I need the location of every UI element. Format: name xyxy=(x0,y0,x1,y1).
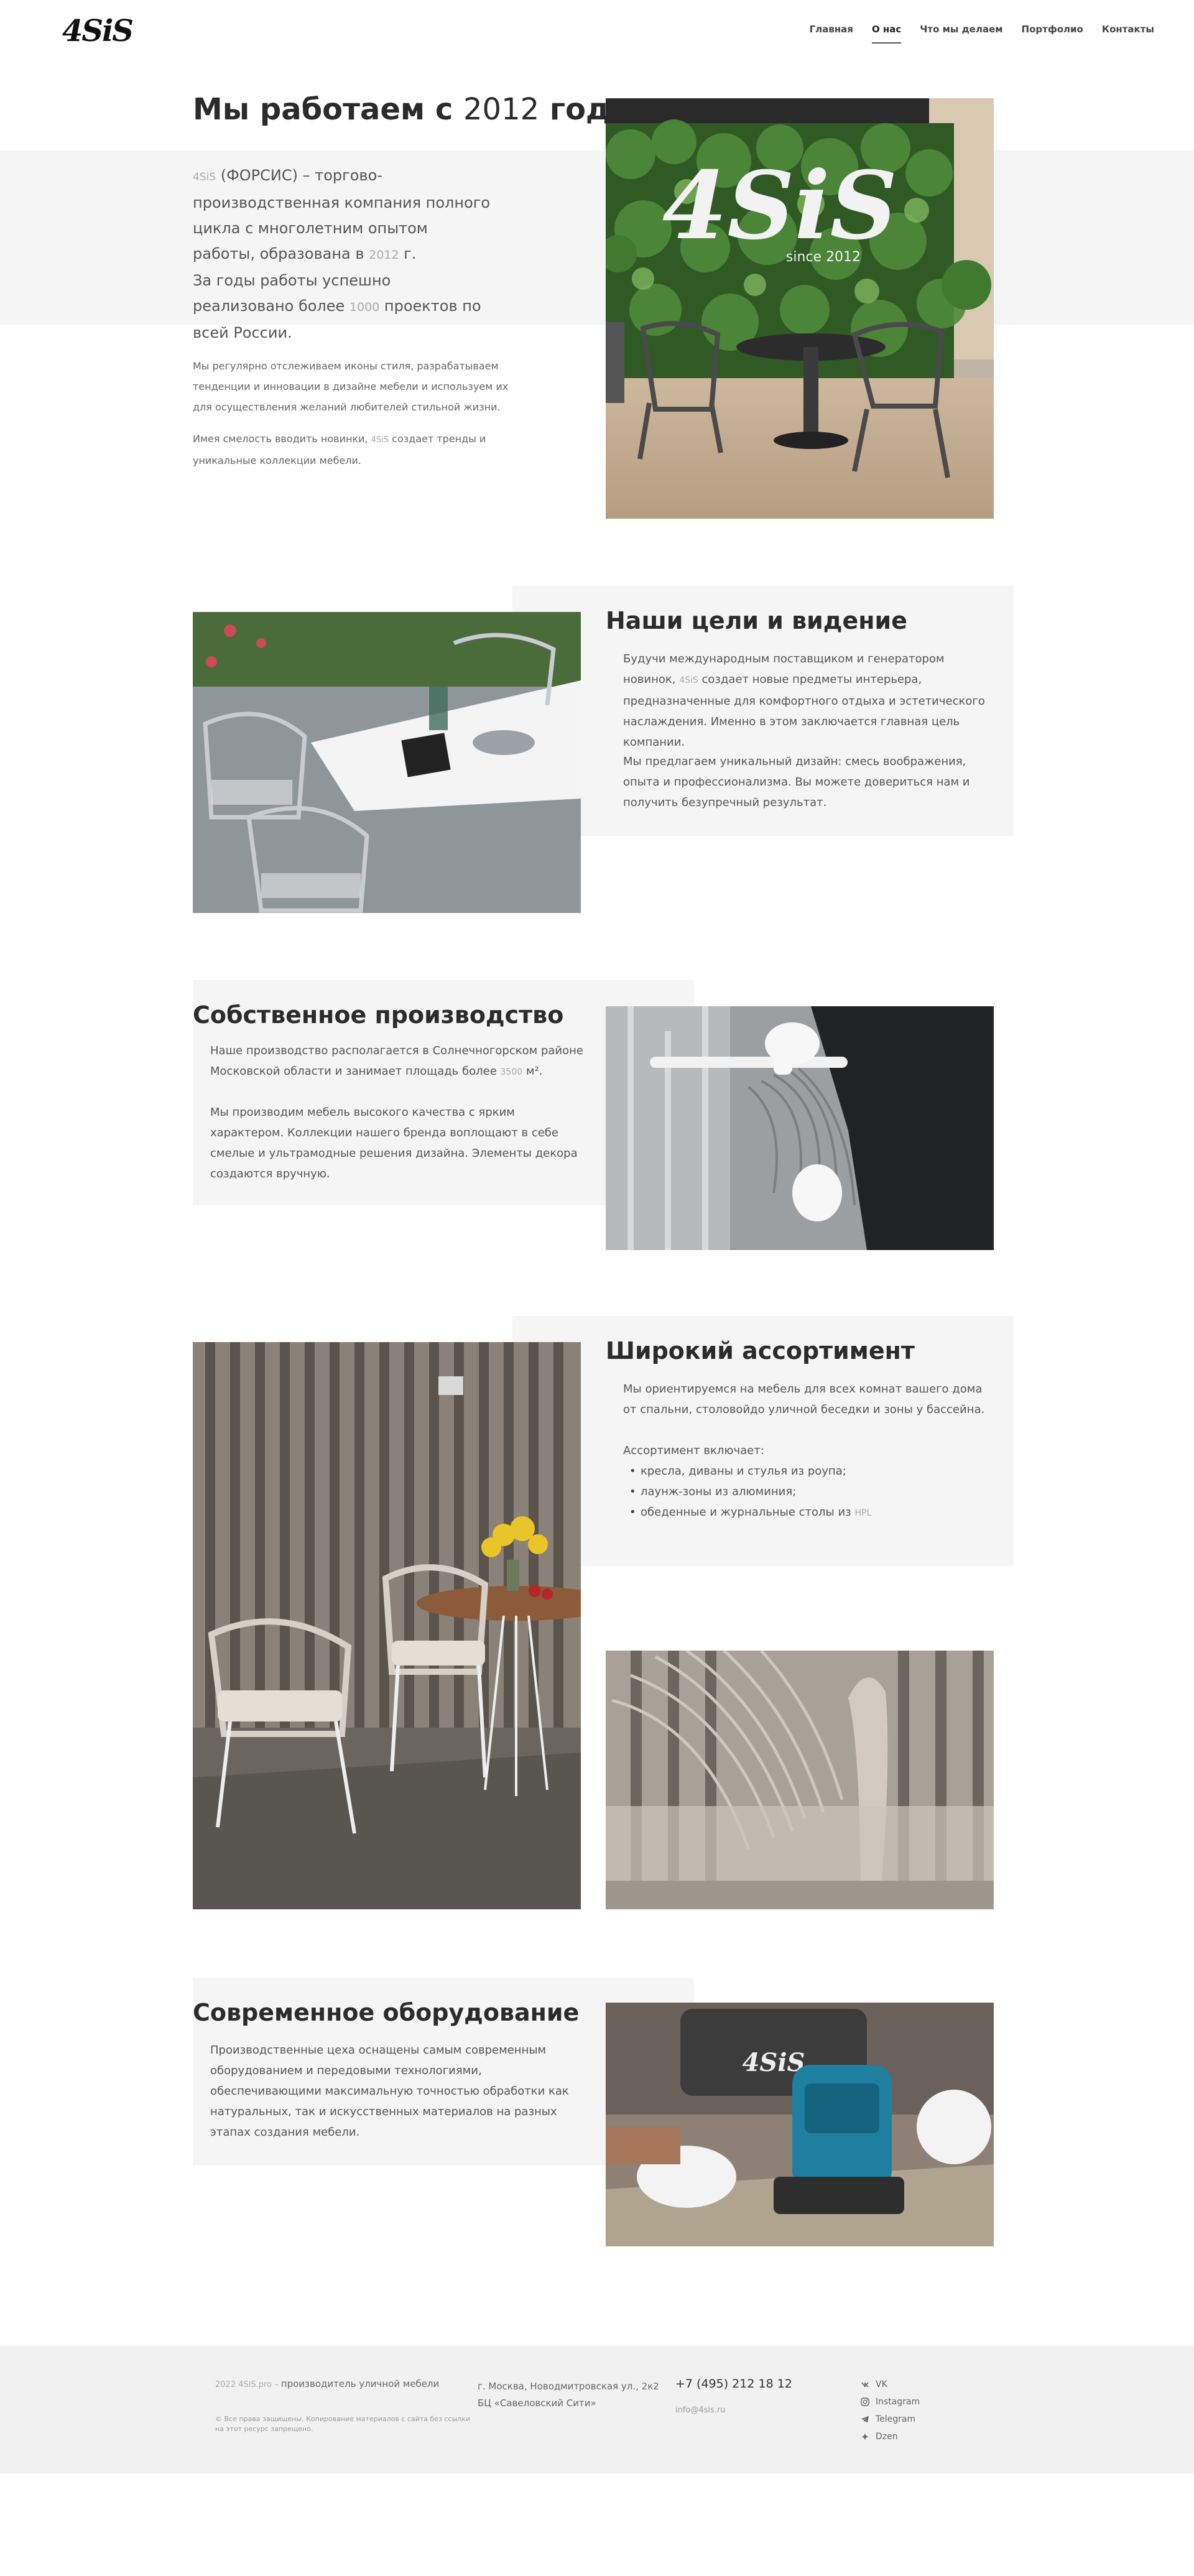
equipment-title: Современное оборудование xyxy=(193,1999,580,2026)
list-item: лаунж-зоны из алюминия; xyxy=(623,1481,996,1502)
footer-address: г. Москва, Новодмитровская ул., 2к2 БЦ «… xyxy=(478,2381,659,2409)
craftsman-hands-photo xyxy=(606,1006,994,1250)
site-footer: 2022 4SiS.pro – производитель уличной ме… xyxy=(0,2346,1194,2473)
footer-social-instagram[interactable]: Instagram xyxy=(861,2397,920,2407)
chair-detail-photo xyxy=(606,1651,994,1909)
production-title: Собственное производство xyxy=(193,1001,564,1029)
wall-logo-text: 4SiS xyxy=(662,151,897,261)
equipment-paragraph: Производственные цеха оснащены самым сов… xyxy=(210,2044,569,2139)
brand-logo[interactable]: 4SiS xyxy=(62,14,134,49)
shirt-logo-text: 4SiS xyxy=(743,2048,805,2077)
production-paragraph-2: Мы производим мебель высокого качества с… xyxy=(210,1106,578,1180)
list-item: обеденные и журнальные столы из HPL xyxy=(623,1502,996,1524)
intro-paragraph-1: Мы регулярно отслеживаем иконы стиля, ра… xyxy=(193,360,509,413)
nav-item-services[interactable]: Что мы делаем xyxy=(920,24,1002,44)
main-nav: Главная О нас Что мы делаем Портфолио Ко… xyxy=(810,24,1154,44)
nav-item-about[interactable]: О нас xyxy=(871,24,902,44)
footer-social-vk[interactable]: VK xyxy=(861,2379,887,2389)
intro-band xyxy=(0,151,1194,325)
showroom-photo: 4SiS since 2012 xyxy=(606,98,994,519)
assortment-paragraph-1: Мы ориентируемся на мебель для всех комн… xyxy=(623,1383,985,1416)
footer-social-dzen[interactable]: Dzen xyxy=(861,2432,898,2442)
footer-copyright: 2022 4SiS.pro – производитель уличной ме… xyxy=(215,2378,440,2389)
goals-paragraph-1: Будучи международным поставщиком и генер… xyxy=(623,652,985,749)
intro-lead: 4SiS (ФОРСИС) – торгово-производственная… xyxy=(193,167,491,341)
nav-item-portfolio[interactable]: Портфолио xyxy=(1022,24,1083,44)
assortment-title: Широкий ассортимент xyxy=(606,1337,915,1364)
instagram-icon xyxy=(861,2398,869,2406)
intro-title: Мы работаем с 2012 года xyxy=(193,92,631,127)
wall-since-text: since 2012 xyxy=(786,249,861,265)
nav-item-contacts[interactable]: Контакты xyxy=(1102,24,1154,44)
assortment-includes: Ассортимент включает: xyxy=(623,1444,764,1457)
assortment-list: кресла, диваны и стулья из роупа; лаунж-… xyxy=(623,1461,996,1524)
intro-paragraph-2: Имея смелость вводить новинки, 4SiS созд… xyxy=(193,433,486,466)
goals-paragraph-2: Мы предлагаем уникальный дизайн: смесь в… xyxy=(623,755,970,809)
production-paragraph-1: Наше производство располагается в Солнеч… xyxy=(210,1044,583,1078)
list-item: кресла, диваны и стулья из роупа; xyxy=(623,1461,996,1481)
router-tool-photo: 4SiS xyxy=(606,2003,994,2246)
goals-title: Наши цели и видение xyxy=(606,607,907,634)
footer-email-link[interactable]: info@4sis.ru xyxy=(675,2406,726,2415)
nav-item-home[interactable]: Главная xyxy=(810,24,853,44)
footer-phone-link[interactable]: +7 (495) 212 18 12 xyxy=(675,2377,792,2391)
telegram-icon xyxy=(861,2416,869,2423)
vk-icon xyxy=(861,2383,869,2387)
footer-rights: © Все права защищены. Копирование матери… xyxy=(215,2415,470,2433)
terrace-table-photo xyxy=(193,612,581,913)
bistro-set-photo xyxy=(193,1342,581,1909)
dzen-icon xyxy=(861,2433,869,2440)
footer-social-telegram[interactable]: Telegram xyxy=(861,2414,915,2424)
